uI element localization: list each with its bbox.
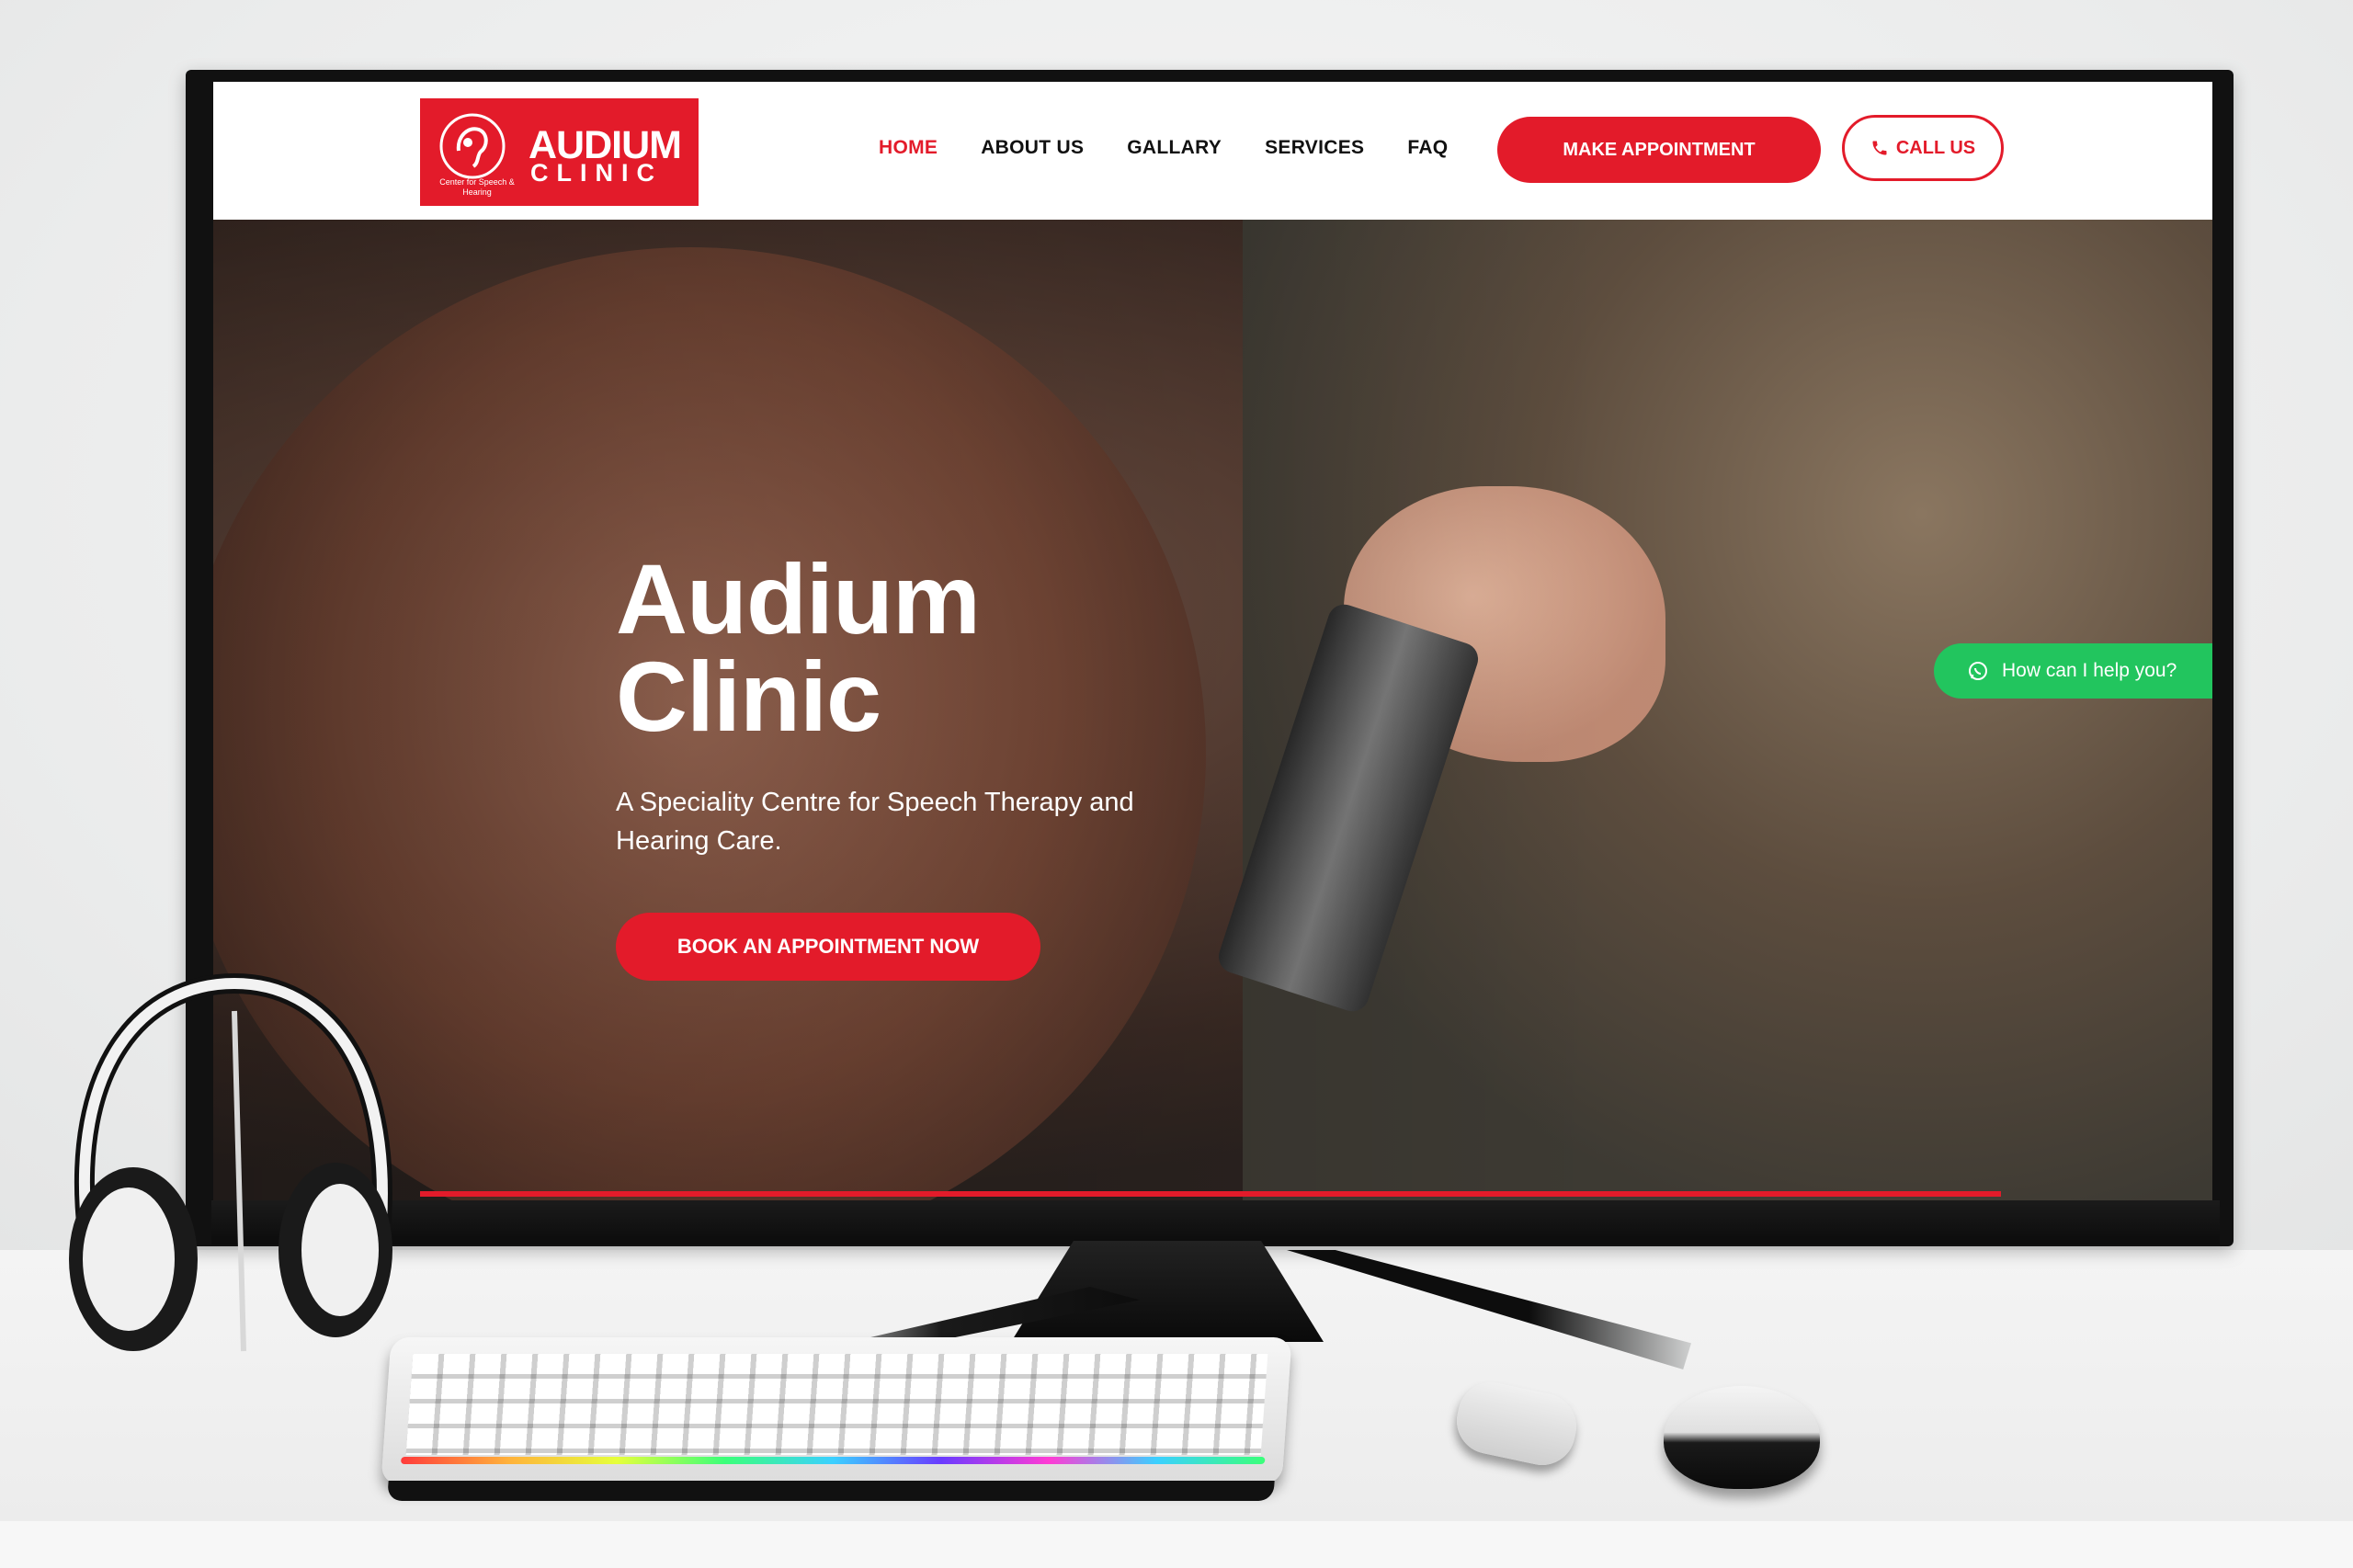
nav-item-faq[interactable]: FAQ — [1407, 137, 1448, 159]
logo-tagline: Center for Speech & Hearing — [439, 177, 515, 197]
nav-item-services[interactable]: SERVICES — [1265, 137, 1364, 159]
monitor-screen: AUDIUM CLINIC Center for Speech & Hearin… — [213, 82, 2212, 1200]
hero-title: Audium Clinic — [616, 543, 981, 752]
headphones-icon — [69, 972, 392, 1352]
nav-item-home[interactable]: HOME — [879, 137, 938, 159]
desk-edge — [0, 1521, 2353, 1568]
hero-title-line2: Clinic — [616, 641, 881, 752]
keyboard — [381, 1337, 1292, 1501]
hero-section: Audium Clinic A Speciality Centre for Sp… — [213, 220, 2212, 1200]
keyboard-keys — [405, 1354, 1268, 1455]
logo-word-clinic: CLINIC — [530, 159, 663, 187]
keyboard-rgb-light — [400, 1457, 1266, 1464]
hero-title-line1: Audium — [616, 543, 981, 654]
hero-overlay — [213, 220, 2212, 1200]
computer-mouse — [1664, 1386, 1820, 1489]
monitor-bezel-bottom — [211, 1200, 2220, 1244]
nav-item-about-us[interactable]: ABOUT US — [981, 137, 1084, 159]
whatsapp-chat-widget[interactable]: How can I help you? — [1934, 643, 2212, 699]
phone-icon — [1872, 141, 1887, 155]
hero-subtitle: A Speciality Centre for Speech Therapy a… — [616, 788, 1134, 856]
chat-widget-label: How can I help you? — [2002, 660, 2177, 681]
call-us-label: CALL US — [1895, 137, 1976, 158]
keyboard-base — [387, 1481, 1275, 1501]
call-us-button[interactable]: CALL US — [1842, 115, 2004, 181]
whatsapp-icon — [1969, 662, 1987, 680]
site-logo[interactable]: AUDIUM CLINIC Center for Speech & Hearin… — [420, 98, 699, 206]
hero-bottom-accent-bar — [420, 1191, 2001, 1197]
nav-item-gallary[interactable]: GALLARY — [1127, 137, 1222, 159]
make-appointment-button[interactable]: MAKE APPOINTMENT — [1497, 117, 1821, 183]
site-header: AUDIUM CLINIC Center for Speech & Hearin… — [213, 82, 2212, 220]
main-nav: HOME ABOUT US GALLARY SERVICES FAQ — [879, 137, 1448, 159]
book-appointment-button[interactable]: BOOK AN APPOINTMENT NOW — [616, 913, 1040, 981]
